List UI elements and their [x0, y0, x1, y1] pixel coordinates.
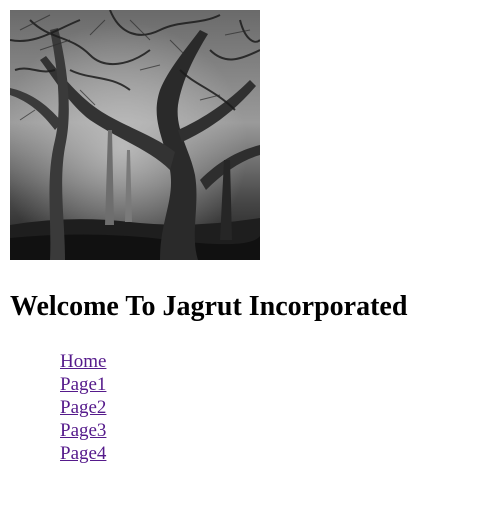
nav-item-page1: Page1	[60, 373, 106, 396]
nav-list: Home Page1 Page2 Page3 Page4	[60, 350, 106, 465]
nav-link-page3[interactable]: Page3	[60, 420, 106, 441]
nav-link-page4[interactable]: Page4	[60, 443, 106, 464]
nav-link-page1[interactable]: Page1	[60, 374, 106, 395]
nav-link-page2[interactable]: Page2	[60, 397, 106, 418]
nav-link-home[interactable]: Home	[60, 351, 106, 372]
forest-photo	[10, 10, 260, 260]
nav-item-page4: Page4	[60, 442, 106, 465]
page-title: Welcome To Jagrut Incorporated	[10, 291, 408, 322]
nav-item-page2: Page2	[60, 396, 106, 419]
nav-item-page3: Page3	[60, 419, 106, 442]
nav-item-home: Home	[60, 350, 106, 373]
